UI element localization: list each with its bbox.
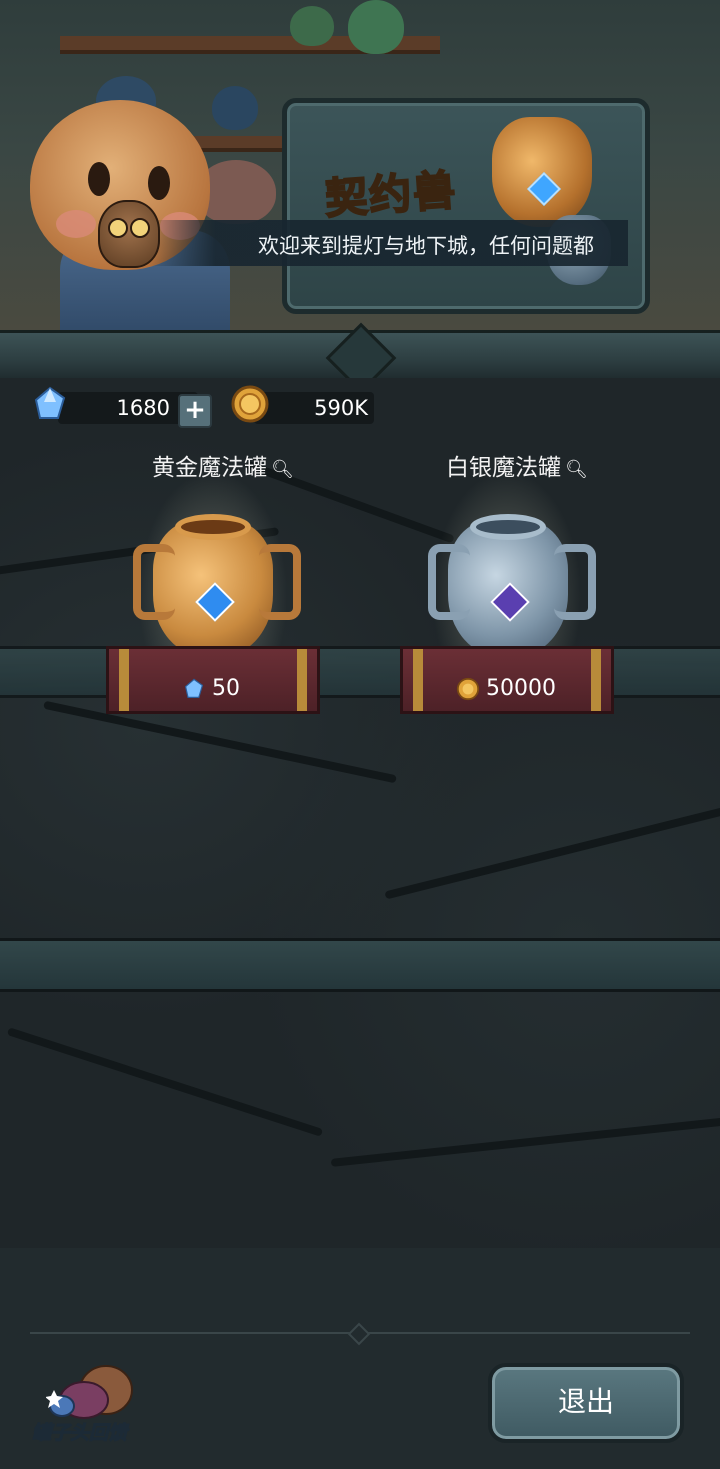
gold-coin-icon xyxy=(231,385,269,423)
gold-urn-icon xyxy=(492,117,592,227)
purple-gem-icon xyxy=(490,582,530,622)
shelf-ledge xyxy=(0,938,720,992)
shop-header-scene: 契约兽 欢迎来到提灯与地下城，任何问题都 xyxy=(0,0,720,332)
gold-amount: 590K xyxy=(314,396,368,420)
blue-gem-icon xyxy=(195,582,235,622)
gold-magic-jar[interactable] xyxy=(133,514,301,658)
gold-jar-price: 50 xyxy=(212,676,240,701)
gem-amount: 1680 xyxy=(116,396,170,420)
silver-magic-jar[interactable] xyxy=(428,514,596,658)
gem-icon xyxy=(184,678,204,698)
owl-avatar-icon xyxy=(98,200,160,268)
sign-title: 契约兽 xyxy=(323,164,460,224)
speech-text: 欢迎来到提灯与地下城，任何问题都 xyxy=(258,234,594,258)
shelf-pot xyxy=(348,0,404,54)
feedback-label[interactable]: 罐子头回馈 xyxy=(31,1418,127,1445)
shelf-pot xyxy=(290,6,334,46)
shelf-pot xyxy=(212,86,258,130)
shop-area xyxy=(0,378,720,1248)
contract-beast-sign: 契约兽 xyxy=(282,98,650,314)
gem-icon xyxy=(34,386,66,419)
silver-jar-price: 50000 xyxy=(486,676,556,701)
add-gems-button[interactable]: + xyxy=(178,394,212,428)
gold-coin-icon xyxy=(456,677,480,701)
speech-banner: 欢迎来到提灯与地下城，任何问题都 xyxy=(148,220,628,266)
exit-button[interactable]: 退出 xyxy=(488,1363,684,1443)
jar-head-feedback-icon[interactable] xyxy=(46,1356,136,1420)
header-divider xyxy=(0,322,720,394)
